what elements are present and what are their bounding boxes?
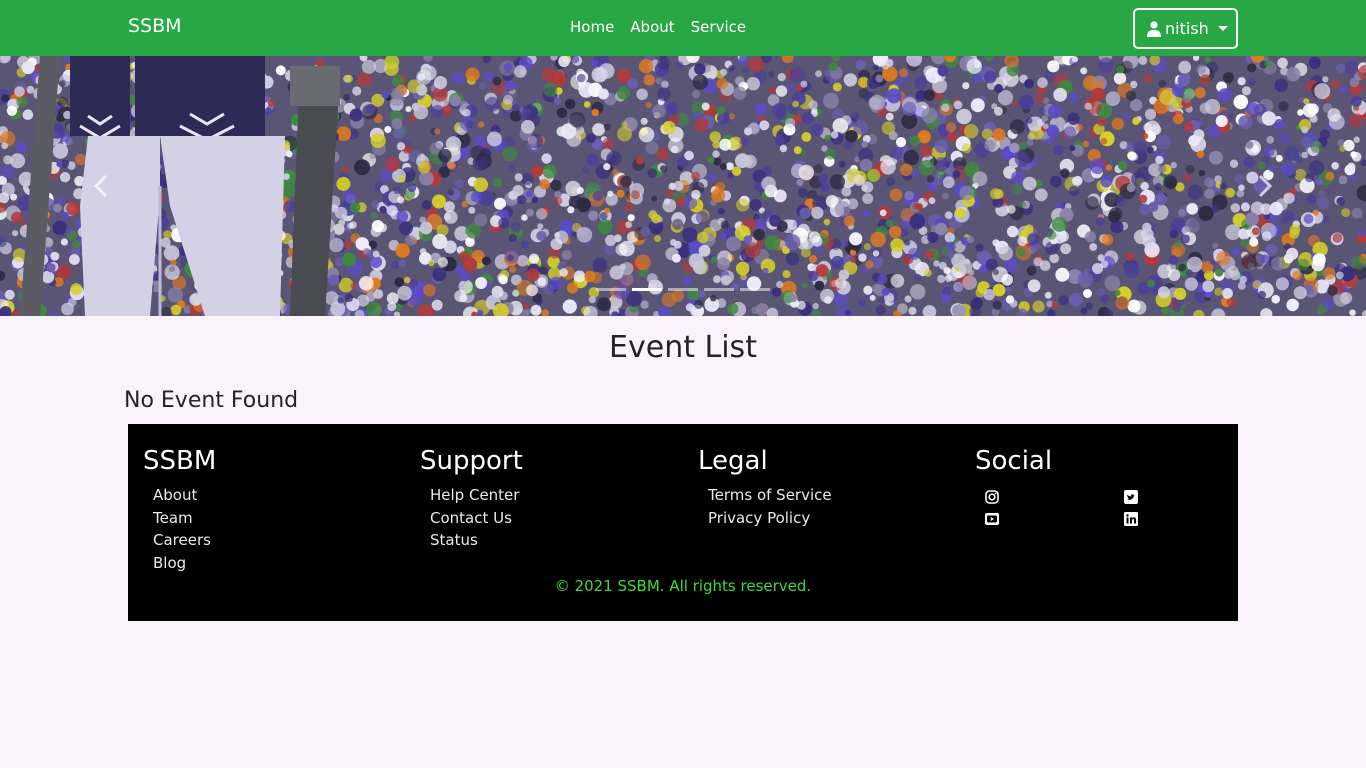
- username-label: nitish: [1165, 19, 1209, 38]
- footer-link-about[interactable]: About: [153, 486, 197, 504]
- carousel-indicator[interactable]: [704, 288, 734, 291]
- footer-heading: Legal: [698, 446, 768, 476]
- youtube-icon[interactable]: [985, 512, 999, 526]
- linkedin-icon[interactable]: [1124, 512, 1138, 526]
- page-title: Event List: [609, 330, 757, 365]
- footer-link-team[interactable]: Team: [153, 509, 193, 527]
- footer-link-blog[interactable]: Blog: [153, 554, 186, 572]
- carousel-indicators: [596, 288, 770, 291]
- footer-heading: SSBM: [143, 446, 217, 476]
- carousel-indicator[interactable]: [668, 288, 698, 291]
- footer-heading: Support: [420, 446, 523, 476]
- footer-link-careers[interactable]: Careers: [153, 531, 211, 549]
- footer-heading: Social: [975, 446, 1053, 476]
- footer-link-help-center[interactable]: Help Center: [430, 486, 519, 504]
- footer: SSBM About Team Careers Blog Support Hel…: [128, 424, 1238, 621]
- nav-about-link[interactable]: About: [630, 18, 674, 36]
- footer-column-legal: Legal Terms of Service Privacy Policy: [698, 446, 832, 529]
- nav-home-link[interactable]: Home: [570, 18, 614, 36]
- chevron-right-icon[interactable]: [1244, 166, 1284, 206]
- carousel-indicator[interactable]: [596, 288, 626, 291]
- user-icon: [1147, 20, 1161, 37]
- hero-carousel: [0, 56, 1366, 316]
- footer-column-support: Support Help Center Contact Us Status: [420, 446, 523, 552]
- footer-column-social: Social: [975, 446, 1052, 484]
- footer-link-privacy[interactable]: Privacy Policy: [708, 509, 810, 527]
- carousel-indicator-active[interactable]: [632, 288, 662, 291]
- footer-column-ssbm: SSBM About Team Careers Blog: [143, 446, 216, 574]
- copyright-text: © 2021 SSBM. All rights reserved.: [554, 577, 812, 595]
- caret-down-icon: [1218, 26, 1228, 31]
- footer-link-terms[interactable]: Terms of Service: [708, 486, 832, 504]
- twitter-icon[interactable]: [1124, 490, 1138, 504]
- empty-state-message: No Event Found: [124, 388, 299, 413]
- footer-link-contact-us[interactable]: Contact Us: [430, 509, 512, 527]
- carousel-indicator[interactable]: [740, 288, 770, 291]
- instagram-icon[interactable]: [985, 490, 999, 504]
- chevron-left-icon[interactable]: [82, 166, 122, 206]
- brand-link[interactable]: SSBM: [128, 15, 182, 37]
- carousel-image: [0, 56, 1366, 316]
- nav-service-link[interactable]: Service: [691, 18, 746, 36]
- footer-link-status[interactable]: Status: [430, 531, 478, 549]
- nav-links: Home About Service: [570, 18, 746, 36]
- navbar: SSBM Home About Service nitish: [0, 0, 1366, 56]
- user-dropdown-button[interactable]: nitish: [1133, 8, 1238, 49]
